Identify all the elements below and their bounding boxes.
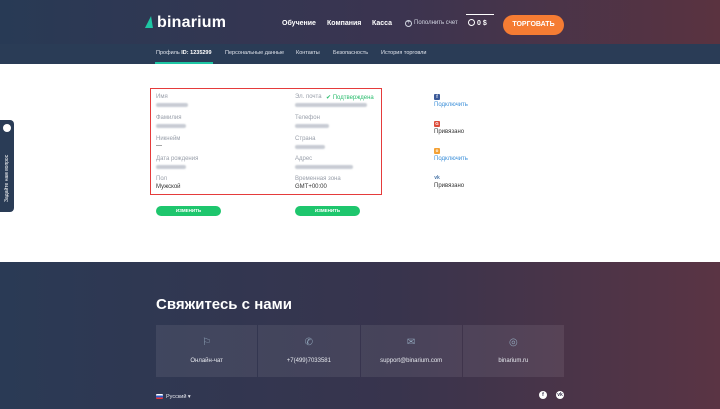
active-tab-indicator [155,62,213,64]
nickname-value[interactable]: — [156,143,162,149]
profile-prefix: Профиль [156,50,182,56]
logo[interactable]: binarium [144,14,227,32]
birthdate-value-redacted[interactable] [156,165,186,169]
contact-chat-label: Онлайн-чат [190,358,223,364]
footer-vk-icon[interactable]: vk [556,391,564,399]
deposit-label: Пополнить счет [414,20,458,26]
balance-value: 0 $ [477,20,487,27]
contact-website[interactable]: ◎ binarium.ru [462,325,564,377]
balance[interactable]: 0 $ [468,19,487,27]
contact-email[interactable]: ✉ support@binarium.com [360,325,462,377]
trade-button[interactable]: ТОРГОВАТЬ [503,15,564,35]
chat-icon: ⚐ [202,337,212,348]
language-selector[interactable]: Русский ▾ [156,394,191,400]
country-label: Страна [295,136,316,142]
contacts-grid: ⚐ Онлайн-чат ✆ +7(499)7033581 ✉ support@… [156,325,564,377]
facebook-connect-link[interactable]: Подключить [434,102,468,108]
nav-company[interactable]: Компания [327,20,361,27]
edit-contact-button[interactable]: ИЗМЕНИТЬ [295,206,360,216]
odnoklassniki-icon: o [434,148,440,154]
email-verified-badge: ✔ Подтверждена [326,95,374,101]
address-value-redacted[interactable] [295,165,353,169]
contact-online-chat[interactable]: ⚐ Онлайн-чат [156,325,258,377]
country-value-redacted[interactable] [295,145,325,149]
address-label: Адрес [295,156,313,162]
google-plus-icon: G [434,121,440,127]
subnav-contacts[interactable]: Контакты [296,50,320,56]
odnoklassniki-connect-link[interactable]: Подключить [434,156,468,162]
contact-phone-label: +7(499)7033581 [286,358,331,364]
russia-flag-icon [156,394,163,399]
name-value-redacted[interactable] [156,103,188,107]
contact-phone[interactable]: ✆ +7(499)7033581 [258,325,360,377]
logo-text: binarium [157,14,227,31]
timezone-value[interactable]: GMT+00:00 [295,184,327,190]
mail-icon: ✉ [406,337,416,348]
deposit-link[interactable]: + Пополнить счет [405,20,458,27]
contact-website-label: binarium.ru [498,358,529,364]
top-header: binarium Обучение Компания Касса + Пополн… [0,0,720,44]
subnav-trade-history[interactable]: История торговли [381,50,426,56]
timezone-label: Временная зона [295,176,341,182]
balance-underline [466,14,494,15]
edit-personal-button[interactable]: ИЗМЕНИТЬ [156,206,221,216]
logo-mark-icon [144,16,156,28]
nav-cashier[interactable]: Касса [372,20,392,27]
vk-icon: vk [434,175,440,181]
email-label: Эл. почта [295,94,322,100]
nickname-label: Никнейм [156,136,181,142]
gender-value[interactable]: Мужской [156,184,181,190]
balance-icon [468,19,475,26]
google-plus-status: Привязано [434,129,465,135]
surname-value-redacted[interactable] [156,124,186,128]
subnav-personal-data[interactable]: Персональные данные [225,50,284,56]
phone-label: Телефон [295,115,320,121]
footer-facebook-icon[interactable]: f [539,391,547,399]
nav-education[interactable]: Обучение [282,20,316,27]
phone-value-redacted[interactable] [295,124,329,128]
subnav-profile[interactable]: Профиль ID: 1235299 [156,50,212,56]
globe-icon: ◎ [509,337,518,348]
vk-status: Привязано [434,183,465,189]
plus-circle-icon: + [405,20,412,27]
phone-icon: ✆ [304,337,314,348]
gender-label: Пол [156,176,168,182]
surname-label: Фамилия [156,115,182,121]
facebook-icon: f [434,94,440,100]
profile-subnav: Профиль ID: 1235299 Персональные данные … [0,44,720,64]
email-value-redacted[interactable] [295,103,367,107]
language-label: Русский ▾ [166,394,191,400]
contact-title: Свяжитесь с нами [156,296,292,313]
birthdate-label: Дата рождения [156,156,199,162]
subnav-security[interactable]: Безопасность [333,50,368,56]
ask-question-label: Задайте нам вопрос [4,154,10,202]
chat-bubble-icon [3,124,11,132]
name-label: Имя [156,94,168,100]
contact-email-label: support@binarium.com [380,358,443,364]
ask-question-tab[interactable]: Задайте нам вопрос [0,120,14,212]
profile-id: ID: 1235299 [181,50,212,56]
